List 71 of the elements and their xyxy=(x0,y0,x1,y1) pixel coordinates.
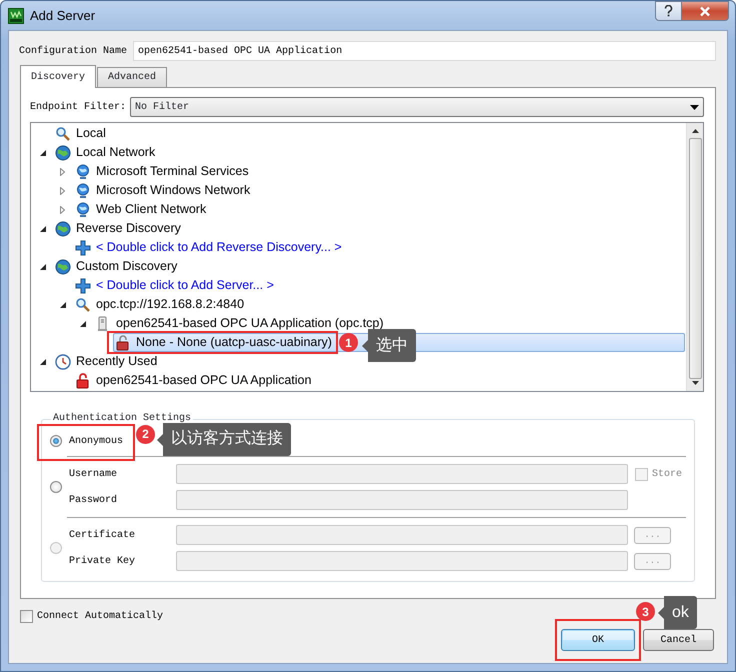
tree-item[interactable]: Microsoft Terminal Services xyxy=(73,162,685,181)
scroll-down-icon[interactable] xyxy=(692,381,698,385)
tab[interactable]: Discovery xyxy=(20,65,96,88)
globe-icon xyxy=(55,144,71,160)
globe-icon xyxy=(55,258,71,274)
configuration-name-field[interactable]: open62541-based OPC UA Application xyxy=(133,41,716,61)
close-button[interactable] xyxy=(682,1,729,21)
callout: 以访客方式连接 xyxy=(157,422,292,456)
padlock-icon xyxy=(75,372,91,388)
help-button[interactable] xyxy=(655,1,682,21)
checkbox[interactable] xyxy=(635,468,648,480)
radio-button[interactable] xyxy=(50,481,62,493)
collapsed-triangle-icon[interactable] xyxy=(60,206,65,214)
tab[interactable]: Advanced xyxy=(97,67,168,87)
text-field[interactable] xyxy=(176,551,628,571)
help-icon xyxy=(664,5,673,17)
field-label: Password xyxy=(69,494,118,508)
scrollbar[interactable] xyxy=(686,123,703,391)
step-number: 3 xyxy=(636,602,655,621)
expanded-triangle-icon[interactable] xyxy=(80,320,86,326)
tree-item[interactable]: open62541-based OPC UA Application xyxy=(73,371,685,390)
field-label: Endpoint Filter: xyxy=(30,100,126,114)
expanded-triangle-icon[interactable] xyxy=(40,226,46,232)
callout: 选中 xyxy=(362,329,416,362)
checkbox-label: Connect Automatically xyxy=(37,610,164,624)
field-label: Configuration Name xyxy=(19,44,128,58)
dialog-button[interactable]: OK xyxy=(561,629,635,651)
field-label: Certificate xyxy=(69,528,136,542)
globe-icon xyxy=(75,164,91,180)
tree-item[interactable]: Reverse Discovery xyxy=(53,219,685,238)
checkbox[interactable] xyxy=(20,610,33,623)
clock-icon xyxy=(55,354,71,370)
window-title: Add Server xyxy=(30,6,96,25)
expanded-triangle-icon[interactable] xyxy=(60,302,66,308)
dialog-button[interactable]: Cancel xyxy=(643,629,714,651)
field-label: Private Key xyxy=(69,554,136,568)
radio-label: Anonymous xyxy=(69,434,124,448)
tree-item[interactable]: < Double click to Add Reverse Discovery... > xyxy=(73,238,685,257)
search-icon xyxy=(55,126,71,142)
text-field[interactable] xyxy=(176,490,628,510)
scroll-up-icon[interactable] xyxy=(692,129,698,133)
text-field[interactable] xyxy=(176,525,628,545)
expanded-triangle-icon[interactable] xyxy=(40,358,46,364)
tree-item[interactable]: Local Network xyxy=(53,143,685,162)
close-icon xyxy=(699,6,711,16)
collapsed-triangle-icon[interactable] xyxy=(60,186,65,194)
expanded-triangle-icon[interactable] xyxy=(40,264,46,270)
checkbox-label: Store xyxy=(652,468,682,482)
tree-item[interactable]: Microsoft Windows Network xyxy=(73,181,685,200)
plus-icon xyxy=(75,278,91,294)
collapsed-triangle-icon[interactable] xyxy=(60,168,65,176)
tree-item[interactable]: < Double click to Add Server... > xyxy=(73,276,685,295)
globe-icon xyxy=(75,182,91,198)
field-label: Username xyxy=(69,468,118,482)
radio-button[interactable] xyxy=(50,435,62,447)
step-number: 2 xyxy=(136,424,156,444)
caret-icon xyxy=(690,104,699,110)
text-field[interactable] xyxy=(176,464,628,484)
padlock-icon xyxy=(115,334,131,350)
globe-icon xyxy=(75,202,91,218)
globe-icon xyxy=(55,220,71,236)
tree-item[interactable]: Web Client Network xyxy=(73,200,685,219)
plus-icon xyxy=(75,240,91,256)
app-icon xyxy=(8,8,24,24)
search-icon xyxy=(75,296,91,312)
tree-item[interactable]: opc.tcp://192.168.8.2:4840 xyxy=(73,295,685,314)
tree-item[interactable]: Custom Discovery xyxy=(53,257,685,276)
callout: ok xyxy=(658,596,697,629)
tree-item[interactable]: Local xyxy=(53,124,685,143)
endpoint-filter-dropdown[interactable]: No Filter xyxy=(130,97,704,117)
expanded-triangle-icon[interactable] xyxy=(40,150,46,156)
